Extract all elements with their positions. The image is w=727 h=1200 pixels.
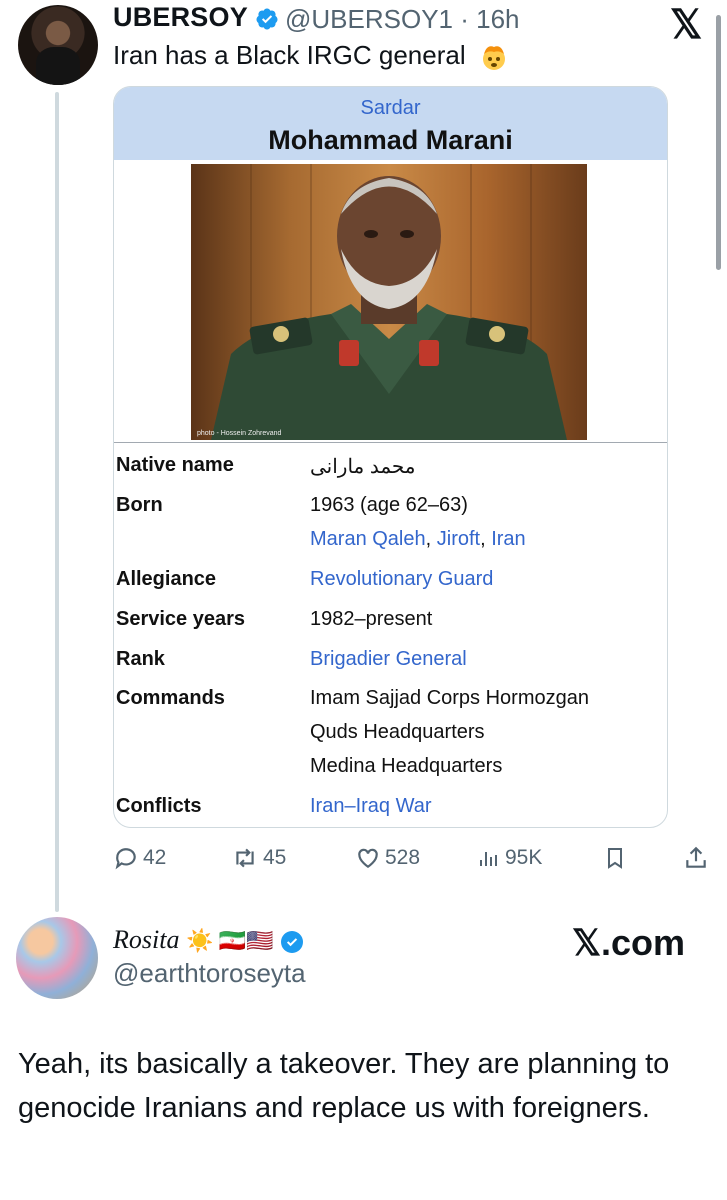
value-command-2: Quds Headquarters bbox=[310, 721, 485, 743]
comma: , bbox=[480, 528, 492, 550]
reply-icon bbox=[115, 848, 136, 870]
label-native-name: Native name bbox=[116, 454, 234, 476]
avatar[interactable] bbox=[18, 5, 98, 85]
reply-author-name[interactable]: Rosita ☀️ 🇮🇷🇺🇸 bbox=[113, 925, 304, 955]
like-button[interactable]: 528 bbox=[355, 845, 420, 871]
portrait-illustration bbox=[191, 164, 587, 440]
bookmark-button[interactable] bbox=[603, 845, 631, 871]
share-icon bbox=[686, 846, 706, 868]
tweet-text-content: Iran has a Black IRGC general bbox=[113, 40, 466, 70]
scrollbar[interactable] bbox=[716, 15, 721, 270]
reply-count: 42 bbox=[143, 846, 167, 869]
infobox-title-prefix: Sardar bbox=[360, 97, 421, 119]
link-iran[interactable]: Iran bbox=[491, 528, 525, 550]
value-command-3: Medina Headquarters bbox=[310, 755, 503, 777]
x-com-watermark: 𝕏.com bbox=[572, 922, 686, 963]
value-born: 1963 (age 62–63) bbox=[310, 494, 468, 516]
verified-badge-icon bbox=[281, 931, 304, 954]
author-name-text: UBERSOY bbox=[113, 2, 248, 32]
link-revolutionary-guard[interactable]: Revolutionary Guard bbox=[310, 568, 493, 591]
value-birthplace: Maran Qaleh, Jiroft, Iran bbox=[310, 528, 526, 551]
value-native-name: محمد مارانی bbox=[310, 456, 416, 478]
handle-timestamp[interactable]: @UBERSOY1 · 16h bbox=[285, 4, 519, 35]
heart-icon bbox=[358, 848, 378, 868]
bookmark-icon bbox=[608, 848, 622, 869]
value-command-1: Imam Sajjad Corps Hormozgan bbox=[310, 687, 589, 709]
repost-button[interactable]: 45 bbox=[231, 845, 286, 871]
like-count: 528 bbox=[385, 846, 421, 869]
flag-emojis: ☀️ 🇮🇷🇺🇸 bbox=[185, 928, 274, 953]
repost-count: 45 bbox=[263, 846, 287, 869]
avatar[interactable] bbox=[16, 917, 98, 999]
views-button[interactable]: 95K bbox=[477, 845, 542, 871]
link-iran-iraq-war[interactable]: Iran–Iraq War bbox=[310, 795, 432, 818]
share-button[interactable] bbox=[683, 845, 713, 871]
link-brigadier-general[interactable]: Brigadier General bbox=[310, 648, 467, 671]
x-logo-icon[interactable]: 𝕏 bbox=[670, 2, 702, 48]
portrait-photo: photo - Hossein Zohrevand bbox=[191, 164, 587, 440]
view-count: 95K bbox=[505, 846, 543, 869]
divider bbox=[114, 442, 667, 443]
infobox-card[interactable]: Sardar Mohammad Marani photo - Hossein Z… bbox=[113, 86, 668, 828]
comma: , bbox=[425, 528, 437, 550]
reply-button[interactable]: 42 bbox=[113, 845, 166, 871]
link-maran-qaleh[interactable]: Maran Qaleh bbox=[310, 528, 426, 550]
reply-handle[interactable]: @earthtoroseyta bbox=[113, 958, 306, 989]
label-commands: Commands bbox=[116, 687, 225, 709]
link-jiroft[interactable]: Jiroft bbox=[437, 528, 480, 550]
infobox-header: Sardar Mohammad Marani bbox=[114, 87, 667, 160]
views-icon bbox=[480, 852, 497, 866]
reply-text: Yeah, its basically a takeover. They are… bbox=[18, 1048, 670, 1124]
photo-credit: photo - Hossein Zohrevand bbox=[197, 430, 282, 437]
tweet-actions: 42 45 528 95K bbox=[113, 845, 713, 879]
label-service-years: Service years bbox=[116, 608, 246, 630]
exploding-head-emoji-icon bbox=[482, 46, 505, 71]
thread-line bbox=[55, 92, 59, 912]
label-conflicts: Conflicts bbox=[116, 795, 202, 817]
author-name[interactable]: UBERSOY bbox=[113, 2, 279, 33]
verified-badge-icon bbox=[256, 8, 278, 30]
label-allegiance: Allegiance bbox=[116, 568, 217, 590]
repost-icon bbox=[236, 848, 254, 868]
infobox-name: Mohammad Marani bbox=[268, 125, 513, 155]
reply-author-name-text: Rosita bbox=[113, 925, 180, 954]
tweet-text: Iran has a Black IRGC general bbox=[113, 40, 509, 72]
label-born: Born bbox=[116, 494, 163, 516]
value-service-years: 1982–present bbox=[310, 608, 433, 630]
label-rank: Rank bbox=[116, 648, 165, 670]
